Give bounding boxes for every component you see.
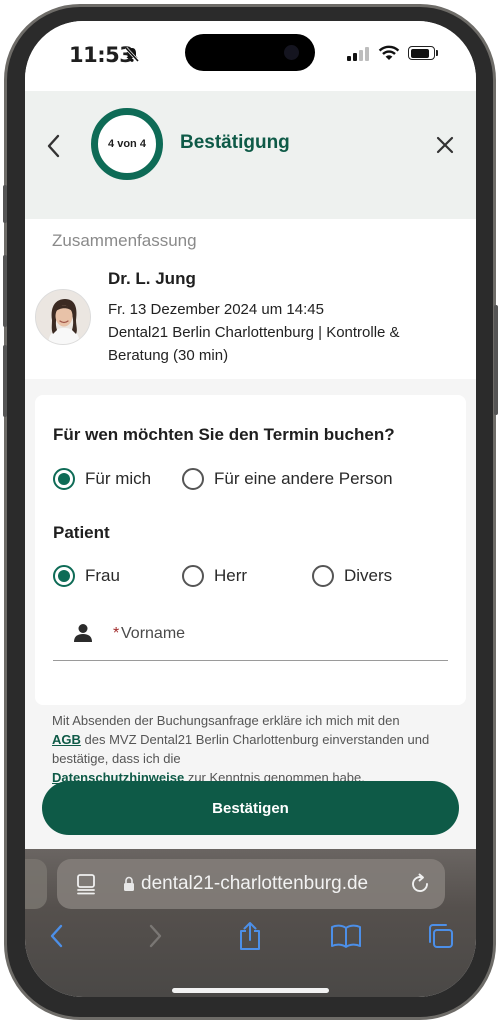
lock-icon xyxy=(124,876,134,891)
status-bar: 11:53 xyxy=(25,21,476,91)
doctor-avatar xyxy=(35,289,91,345)
address-bar[interactable]: dental21-charlottenburg.de xyxy=(57,859,445,909)
power-button xyxy=(494,305,498,415)
radio-unselected-icon[interactable] xyxy=(182,565,204,587)
patient-section-label: Patient xyxy=(53,523,110,542)
forward-arrow-icon[interactable] xyxy=(145,923,165,949)
radio-selected-icon[interactable] xyxy=(53,565,75,587)
radio-label: Für eine andere Person xyxy=(214,469,393,488)
radio-other-person[interactable]: Für eine andere Person xyxy=(182,468,393,490)
appointment-location: Dental21 Berlin Charlottenburg | Kontrol… xyxy=(108,324,400,341)
reader-mode-icon[interactable] xyxy=(75,873,97,895)
radio-divers[interactable]: Divers xyxy=(312,565,392,587)
firstname-field[interactable]: * xyxy=(53,613,448,661)
consent-text: Mit Absenden der Buchungsanfrage erkläre… xyxy=(52,711,452,787)
radio-unselected-icon[interactable] xyxy=(312,565,334,587)
booking-question: Für wen möchten Sie den Termin buchen? xyxy=(53,425,395,444)
bookmarks-icon[interactable] xyxy=(330,923,362,949)
radio-herr[interactable]: Herr xyxy=(182,565,247,587)
radio-label: Frau xyxy=(85,566,120,585)
cellular-signal-icon xyxy=(347,47,369,61)
radio-unselected-icon[interactable] xyxy=(182,468,204,490)
radio-label: Für mich xyxy=(85,469,152,488)
radio-label: Divers xyxy=(344,566,393,585)
appointment-summary: Zusammenfassung Dr. L. Jung Fr. 13 Dezem… xyxy=(25,219,476,379)
step-counter: 4 von 4 xyxy=(108,138,146,150)
summary-title: Zusammenfassung xyxy=(52,231,197,250)
step-progress-ring: 4 von 4 xyxy=(91,108,163,180)
doctor-portrait-icon xyxy=(36,290,90,344)
back-arrow-icon[interactable] xyxy=(47,923,67,949)
appointment-datetime: Fr. 13 Dezember 2024 um 14:45 xyxy=(108,301,324,318)
required-asterisk: * xyxy=(113,625,120,642)
booking-header: 4 von 4 Bestätigung xyxy=(25,91,476,219)
radio-label: Herr xyxy=(214,566,248,585)
patient-form-card: Für wen möchten Sie den Termin buchen? F… xyxy=(35,395,466,705)
browser-toolbar: dental21-charlottenburg.de xyxy=(25,849,476,997)
confirm-button[interactable]: Bestätigen xyxy=(42,781,459,835)
volume-up-button xyxy=(3,255,7,327)
silent-switch xyxy=(3,185,7,223)
page-title: Bestätigung xyxy=(180,132,290,153)
radio-for-me[interactable]: Für mich xyxy=(53,468,151,490)
url-text: dental21-charlottenburg.de xyxy=(141,873,369,894)
dynamic-island xyxy=(185,34,315,71)
firstname-input[interactable] xyxy=(121,619,421,649)
radio-selected-icon[interactable] xyxy=(53,468,75,490)
doctor-name: Dr. L. Jung xyxy=(108,269,196,288)
bell-slash-icon xyxy=(124,46,140,63)
consent-part2: des MVZ Dental21 Berlin Charlottenburg e… xyxy=(52,732,430,766)
volume-down-button xyxy=(3,345,7,417)
appointment-treatment: Beratung (30 min) xyxy=(108,347,229,364)
tabs-icon[interactable] xyxy=(427,923,455,949)
agb-link[interactable]: AGB xyxy=(52,732,81,747)
close-icon[interactable] xyxy=(435,135,455,155)
consent-part1: Mit Absenden der Buchungsanfrage erkläre… xyxy=(52,713,400,728)
reload-icon[interactable] xyxy=(409,873,431,895)
radio-frau[interactable]: Frau xyxy=(53,565,120,587)
screen: 11:53 4 von 4 Bestätigung Zusammenfassun… xyxy=(25,21,476,997)
share-icon[interactable] xyxy=(237,921,263,951)
battery-icon xyxy=(408,46,438,60)
home-indicator[interactable] xyxy=(172,988,329,993)
back-chevron-icon[interactable] xyxy=(45,133,63,159)
wifi-icon xyxy=(378,45,400,60)
camera xyxy=(284,45,299,60)
previous-tab-edge[interactable] xyxy=(25,859,47,909)
person-icon xyxy=(74,624,92,642)
